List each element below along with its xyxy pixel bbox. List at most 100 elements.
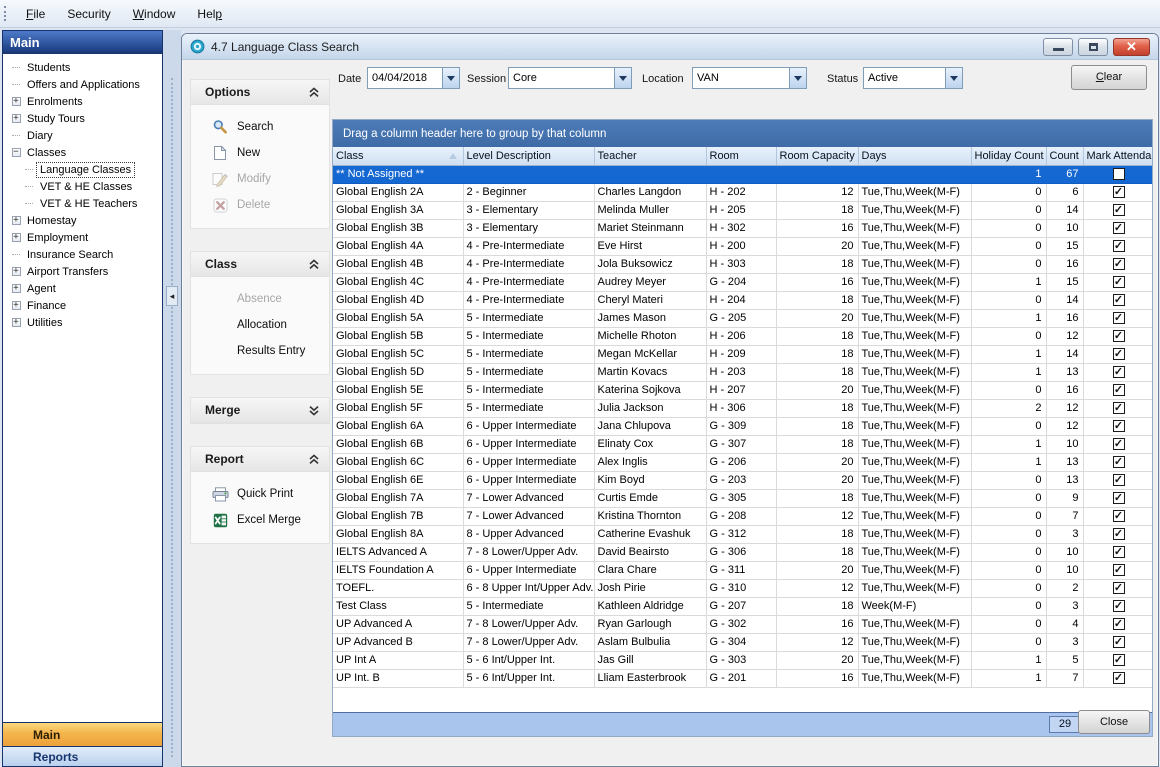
table-row[interactable]: Global English 4C4 - Pre-IntermediateAud…	[333, 273, 1152, 291]
clear-button[interactable]: Clear	[1071, 65, 1147, 90]
menu-window[interactable]: Window	[122, 4, 187, 24]
location-filter-dropdown[interactable]: VAN	[692, 67, 807, 89]
sidebar-item-insurance-search[interactable]: Insurance Search	[3, 246, 162, 263]
toolbar-grip-icon[interactable]	[4, 6, 8, 21]
column-header-count[interactable]: Count	[1046, 147, 1083, 165]
table-row[interactable]: Global English 5C5 - IntermediateMegan M…	[333, 345, 1152, 363]
mark-attendance-checkbox[interactable]	[1113, 168, 1125, 180]
group-by-bar[interactable]: Drag a column header here to group by th…	[333, 120, 1152, 147]
table-row[interactable]: Global English 3A3 - ElementaryMelinda M…	[333, 201, 1152, 219]
column-header-level[interactable]: Level Description	[463, 147, 594, 165]
excel-merge-button[interactable]: Excel Merge	[191, 507, 329, 533]
mark-attendance-checkbox[interactable]	[1113, 582, 1125, 594]
sidebar-item-diary[interactable]: Diary	[3, 127, 162, 144]
sidebar-item-utilities[interactable]: +Utilities	[3, 314, 162, 331]
maximize-button[interactable]	[1078, 38, 1108, 56]
sidebar-item-offers-and-applications[interactable]: Offers and Applications	[3, 76, 162, 93]
column-header-capacity[interactable]: Room Capacity	[776, 147, 858, 165]
table-row[interactable]: Test Class5 - IntermediateKathleen Aldri…	[333, 597, 1152, 615]
mark-attendance-checkbox[interactable]	[1113, 366, 1125, 378]
chevron-down-icon[interactable]	[308, 405, 320, 416]
sidebar-item-airport-transfers[interactable]: +Airport Transfers	[3, 263, 162, 280]
panel-section-header-class[interactable]: Class	[191, 252, 329, 277]
mark-attendance-checkbox[interactable]	[1113, 438, 1125, 450]
mark-attendance-checkbox[interactable]	[1113, 330, 1125, 342]
table-row[interactable]: Global English 3B3 - ElementaryMariet St…	[333, 219, 1152, 237]
quick-print-button[interactable]: Quick Print	[191, 481, 329, 507]
table-row[interactable]: UP Int A5 - 6 Int/Upper Int.Jas GillG - …	[333, 651, 1152, 669]
mark-attendance-checkbox[interactable]	[1113, 204, 1125, 216]
mark-attendance-checkbox[interactable]	[1113, 672, 1125, 684]
mark-attendance-checkbox[interactable]	[1113, 546, 1125, 558]
chevron-up-icon[interactable]	[308, 454, 320, 465]
expand-plus-icon[interactable]: +	[9, 284, 23, 293]
results-entry-button[interactable]: Results Entry	[191, 338, 329, 364]
table-row[interactable]: Global English 5B5 - IntermediateMichell…	[333, 327, 1152, 345]
sidebar-item-homestay[interactable]: +Homestay	[3, 212, 162, 229]
date-dropdown-button[interactable]	[442, 68, 459, 88]
table-row[interactable]: Global English 5A5 - IntermediateJames M…	[333, 309, 1152, 327]
table-row[interactable]: IELTS Advanced A7 - 8 Lower/Upper Adv.Da…	[333, 543, 1152, 561]
table-row[interactable]: Global English 7A7 - Lower AdvancedCurti…	[333, 489, 1152, 507]
date-filter-dropdown[interactable]: 04/04/2018	[367, 67, 460, 89]
column-header-days[interactable]: Days	[858, 147, 971, 165]
sidebar-item-classes[interactable]: −Classes	[3, 144, 162, 161]
column-header-teacher[interactable]: Teacher	[594, 147, 706, 165]
table-row[interactable]: Global English 6E6 - Upper IntermediateK…	[333, 471, 1152, 489]
panel-section-header-report[interactable]: Report	[191, 447, 329, 472]
status-filter-dropdown[interactable]: Active	[863, 67, 963, 89]
mark-attendance-checkbox[interactable]	[1113, 294, 1125, 306]
sidebar-item-enrolments[interactable]: +Enrolments	[3, 93, 162, 110]
table-row[interactable]: ** Not Assigned **167	[333, 165, 1152, 183]
table-row[interactable]: Global English 6C6 - Upper IntermediateA…	[333, 453, 1152, 471]
table-row[interactable]: IELTS Foundation A6 - Upper Intermediate…	[333, 561, 1152, 579]
sidebar-item-employment[interactable]: +Employment	[3, 229, 162, 246]
sidebar-footer-main-button[interactable]: Main	[3, 722, 162, 746]
mark-attendance-checkbox[interactable]	[1113, 348, 1125, 360]
table-row[interactable]: UP Advanced A7 - 8 Lower/Upper Adv.Ryan …	[333, 615, 1152, 633]
session-filter-dropdown[interactable]: Core	[508, 67, 632, 89]
column-header-class[interactable]: Class	[333, 147, 463, 165]
location-dropdown-button[interactable]	[789, 68, 806, 88]
mark-attendance-checkbox[interactable]	[1113, 222, 1125, 234]
table-row[interactable]: Global English 6B6 - Upper IntermediateE…	[333, 435, 1152, 453]
table-row[interactable]: UP Advanced B7 - 8 Lower/Upper Adv.Aslam…	[333, 633, 1152, 651]
expand-plus-icon[interactable]: +	[9, 267, 23, 276]
sidebar-item-study-tours[interactable]: +Study Tours	[3, 110, 162, 127]
mark-attendance-checkbox[interactable]	[1113, 636, 1125, 648]
sidebar-item-vet-he-teachers[interactable]: VET & HE Teachers	[3, 195, 162, 212]
mark-attendance-checkbox[interactable]	[1113, 474, 1125, 486]
table-row[interactable]: Global English 4B4 - Pre-IntermediateJol…	[333, 255, 1152, 273]
table-row[interactable]: Global English 8A8 - Upper AdvancedCathe…	[333, 525, 1152, 543]
mark-attendance-checkbox[interactable]	[1113, 492, 1125, 504]
table-row[interactable]: Global English 5D5 - IntermediateMartin …	[333, 363, 1152, 381]
menu-security[interactable]: Security	[56, 4, 121, 24]
sidebar-splitter[interactable]: ◂	[163, 30, 181, 767]
allocation-button[interactable]: Allocation	[191, 312, 329, 338]
menu-file[interactable]: File	[15, 4, 56, 24]
mark-attendance-checkbox[interactable]	[1113, 312, 1125, 324]
expand-plus-icon[interactable]: +	[9, 301, 23, 310]
mark-attendance-checkbox[interactable]	[1113, 564, 1125, 576]
panel-section-header-merge[interactable]: Merge	[191, 398, 329, 423]
table-row[interactable]: Global English 2A2 - BeginnerCharles Lan…	[333, 183, 1152, 201]
expand-plus-icon[interactable]: +	[9, 216, 23, 225]
chevron-up-icon[interactable]	[308, 259, 320, 270]
table-row[interactable]: Global English 4A4 - Pre-IntermediateEve…	[333, 237, 1152, 255]
column-header-mark[interactable]: Mark Attendar	[1083, 147, 1152, 165]
sidebar-item-language-classes[interactable]: Language Classes	[3, 161, 162, 178]
column-header-holiday-count[interactable]: Holiday Count	[971, 147, 1046, 165]
expand-plus-icon[interactable]: +	[9, 318, 23, 327]
menu-help[interactable]: Help	[186, 4, 233, 24]
mark-attendance-checkbox[interactable]	[1113, 654, 1125, 666]
chevron-up-icon[interactable]	[308, 87, 320, 98]
table-row[interactable]: UP Int. B5 - 6 Int/Upper Int.Lliam Easte…	[333, 669, 1152, 687]
mark-attendance-checkbox[interactable]	[1113, 528, 1125, 540]
minimize-button[interactable]	[1043, 38, 1073, 56]
status-dropdown-button[interactable]	[945, 68, 962, 88]
collapse-minus-icon[interactable]: −	[9, 148, 23, 157]
expand-plus-icon[interactable]: +	[9, 233, 23, 242]
expand-plus-icon[interactable]: +	[9, 114, 23, 123]
mark-attendance-checkbox[interactable]	[1113, 384, 1125, 396]
table-row[interactable]: Global English 7B7 - Lower AdvancedKrist…	[333, 507, 1152, 525]
